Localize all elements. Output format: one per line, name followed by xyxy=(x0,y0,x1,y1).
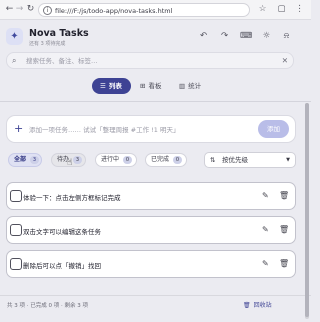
reload-icon[interactable]: ↻ xyxy=(25,4,36,15)
list-icon: ☰ xyxy=(100,82,106,90)
task-text[interactable]: 双击文字可以编辑这条任务 xyxy=(23,226,101,236)
trash-icon[interactable]: 🗑 xyxy=(279,259,289,268)
info-icon[interactable]: i xyxy=(43,6,52,15)
sort-value: 按优先级 xyxy=(222,156,248,164)
task-text[interactable]: 体验一下：点击左侧方框标记完成 xyxy=(23,192,121,202)
task-item[interactable]: 删除后可以点「撤销」找回 ✎ 🗑 xyxy=(6,250,296,278)
search-bar: ⌕ ✕ xyxy=(6,52,294,69)
sort-icon: ⇅ xyxy=(210,156,216,164)
filter-done[interactable]: 已完成 0 xyxy=(145,153,187,167)
footer-divider xyxy=(0,295,311,296)
task-item[interactable]: 双击文字可以编辑这条任务 ✎ 🗑 xyxy=(6,216,296,244)
trash-icon[interactable]: 🗑 xyxy=(279,225,289,234)
address-bar[interactable]: i file:///F:/js/todo-app/nova-tasks.html xyxy=(38,3,250,17)
app-title: Nova Tasks xyxy=(29,28,89,39)
bookmark-star-icon[interactable]: ☆ xyxy=(257,4,268,15)
filter-in-progress[interactable]: 进行中 0 xyxy=(95,153,137,167)
menu-icon[interactable]: ⋮ xyxy=(294,4,305,15)
tab-stats[interactable]: ▥ 统计 xyxy=(177,78,211,94)
search-input[interactable] xyxy=(26,55,276,67)
filter-count: 3 xyxy=(73,156,83,164)
scrollbar-thumb[interactable] xyxy=(305,103,309,317)
trash-icon[interactable]: 🗑 xyxy=(279,191,289,200)
keyboard-icon[interactable]: ⌨ xyxy=(240,31,252,42)
add-task-card: + xyxy=(6,115,296,143)
search-icon: ⌕ xyxy=(12,56,17,65)
app-subtitle: 还有 3 项待完成 xyxy=(29,41,66,47)
scrollbar[interactable] xyxy=(305,103,309,319)
edit-icon[interactable]: ✎ xyxy=(262,259,269,268)
edit-icon[interactable]: ✎ xyxy=(262,225,269,234)
task-checkbox[interactable] xyxy=(10,224,22,236)
task-checkbox[interactable] xyxy=(10,258,22,270)
notification-bell-icon[interactable]: ⍾ xyxy=(281,31,292,42)
edit-icon[interactable]: ✎ xyxy=(262,191,269,200)
browser-toolbar: ← → ↻ i file:///F:/js/todo-app/nova-task… xyxy=(0,0,311,20)
stats-icon: ▥ xyxy=(179,82,186,90)
tab-board[interactable]: ⊞ 看板 xyxy=(138,78,172,94)
chevron-down-icon: ▼ xyxy=(286,157,290,163)
undo-icon[interactable]: ↶ xyxy=(198,31,209,42)
redo-icon[interactable]: ↷ xyxy=(219,31,230,42)
clear-search-icon[interactable]: ✕ xyxy=(282,56,288,65)
filter-count: 0 xyxy=(123,156,133,164)
board-icon: ⊞ xyxy=(140,82,146,90)
tab-list[interactable]: ☰ 列表 xyxy=(92,78,131,94)
sort-select[interactable]: ⇅ 按优先级 ▼ xyxy=(204,152,296,168)
plus-icon: + xyxy=(14,122,24,135)
new-task-input[interactable] xyxy=(29,123,259,136)
trash-button[interactable]: 🗑 回收站 xyxy=(243,300,272,309)
task-stats: 共 3 项 · 已完成 0 项 · 剩余 3 项 xyxy=(7,303,88,309)
task-item[interactable]: 体验一下：点击左侧方框标记完成 ✎ 🗑 xyxy=(6,182,296,210)
hand-cursor-icon: ☝ xyxy=(67,158,73,168)
url-text[interactable]: file:///F:/js/todo-app/nova-tasks.html xyxy=(55,7,172,15)
task-text[interactable]: 删除后可以点「撤销」找回 xyxy=(23,260,101,270)
header-divider xyxy=(0,101,311,102)
task-checkbox[interactable] xyxy=(10,190,22,202)
filter-count: 0 xyxy=(173,156,183,164)
forward-icon[interactable]: → xyxy=(14,4,25,15)
theme-sun-icon[interactable]: ☼ xyxy=(261,31,272,42)
filter-all[interactable]: 全部 3 xyxy=(8,153,42,167)
app-logo-icon: ✦ xyxy=(6,28,23,45)
add-task-button[interactable]: 添加 xyxy=(258,120,289,138)
trash-icon: 🗑 xyxy=(243,302,251,309)
filter-count: 3 xyxy=(30,156,40,164)
extensions-icon[interactable]: ▢ xyxy=(276,4,287,15)
